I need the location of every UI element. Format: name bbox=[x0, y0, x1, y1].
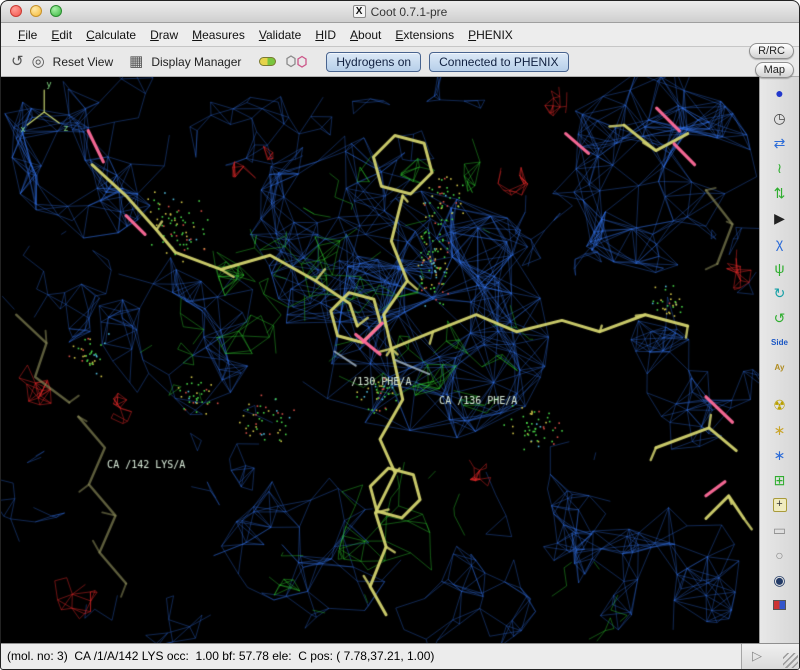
sidechain-flip-icon[interactable]: Side bbox=[766, 330, 794, 355]
go-to-atom-icon[interactable] bbox=[259, 57, 276, 66]
window-controls bbox=[10, 5, 62, 17]
add-terminal-residue-icon[interactable]: + bbox=[766, 492, 794, 517]
menu-measures[interactable]: Measures bbox=[185, 26, 252, 44]
x11-icon: X bbox=[353, 5, 366, 18]
play-icon[interactable]: ▷ bbox=[752, 648, 762, 664]
map-button[interactable]: Map bbox=[755, 62, 794, 78]
rotate-translate-zone-icon[interactable]: ≀ bbox=[766, 155, 794, 180]
add-water-icon[interactable]: ⊞ bbox=[766, 467, 794, 492]
bottom-bar: (mol. no: 3) CA /1/A/142 LYS occ: 1.00 b… bbox=[1, 643, 799, 669]
clear-pending-picks-icon[interactable]: ○ bbox=[766, 542, 794, 567]
coot-window: X Coot 0.7.1-pre FileEditCalculateDrawMe… bbox=[0, 0, 800, 670]
flip-peptide-icon[interactable]: ↻ bbox=[766, 280, 794, 305]
titlebar[interactable]: X Coot 0.7.1-pre bbox=[1, 1, 799, 23]
go-to-ligand-icon[interactable]: ◉ bbox=[766, 567, 794, 592]
display-manager-button[interactable]: Display Manager bbox=[151, 55, 241, 69]
zoom-button[interactable] bbox=[50, 5, 62, 17]
mutate-residue-icon[interactable]: Ay bbox=[766, 355, 794, 380]
menu-edit[interactable]: Edit bbox=[44, 26, 79, 44]
target-icon[interactable]: ◎ bbox=[32, 54, 45, 69]
close-button[interactable] bbox=[10, 5, 22, 17]
refresh-icon[interactable]: ↺ bbox=[11, 54, 24, 69]
menu-validate[interactable]: Validate bbox=[252, 26, 309, 44]
minimize-button[interactable] bbox=[30, 5, 42, 17]
menu-file[interactable]: File bbox=[11, 26, 44, 44]
menu-hid[interactable]: HID bbox=[308, 26, 343, 44]
sidechain-180-flip-icon[interactable]: ↺ bbox=[766, 305, 794, 330]
menubar: FileEditCalculateDrawMeasuresValidateHID… bbox=[1, 23, 799, 47]
main-toolbar: ↺ ◎ Reset View ▦ Display Manager Hydroge… bbox=[1, 47, 799, 77]
rotamers-icon[interactable]: ▶ bbox=[766, 205, 794, 230]
torsion-general-icon[interactable]: ψ bbox=[766, 255, 794, 280]
add-alt-conf-icon[interactable]: ∗ bbox=[766, 442, 794, 467]
rigid-body-fit-icon[interactable]: ⇄ bbox=[766, 130, 794, 155]
side-buttons: R/RC Map bbox=[749, 43, 794, 78]
menu-extensions[interactable]: Extensions bbox=[388, 26, 461, 44]
menu-calculate[interactable]: Calculate bbox=[79, 26, 143, 44]
menu-about[interactable]: About bbox=[343, 26, 388, 44]
auto-fit-rotamer-icon[interactable]: ⇅ bbox=[766, 180, 794, 205]
hydrogens-toggle-button[interactable]: Hydrogens on bbox=[326, 52, 421, 72]
ligand-builder-icon[interactable] bbox=[766, 592, 794, 617]
spin-search-icon[interactable]: ∗ bbox=[766, 417, 794, 442]
regularize-zone-icon[interactable]: ◷ bbox=[766, 105, 794, 130]
phenix-connection-button[interactable]: Connected to PHENIX bbox=[429, 52, 568, 72]
real-space-refine-icon[interactable]: ● bbox=[766, 80, 794, 105]
delete-item-icon[interactable]: ▭ bbox=[766, 517, 794, 542]
status-text: (mol. no: 3) CA /1/A/142 LYS occ: 1.00 b… bbox=[1, 644, 741, 669]
ligand-icon[interactable] bbox=[286, 54, 308, 69]
edit-chi-angles-icon[interactable]: χ bbox=[766, 230, 794, 255]
molecular-viewport[interactable] bbox=[1, 77, 759, 643]
menu-phenix[interactable]: PHENIX bbox=[461, 26, 520, 44]
reset-view-button[interactable]: Reset View bbox=[53, 55, 113, 69]
display-manager-icon: ▦ bbox=[129, 54, 143, 69]
rrc-button[interactable]: R/RC bbox=[749, 43, 794, 59]
menu-draw[interactable]: Draw bbox=[143, 26, 185, 44]
window-title: Coot 0.7.1-pre bbox=[371, 5, 448, 19]
refine-restraints-icon[interactable]: ☢ bbox=[766, 392, 794, 417]
bottom-right-panel: ▷ bbox=[741, 644, 799, 669]
modelling-toolbar: ●◷⇄≀⇅▶χψ↻↺SideAy☢∗∗⊞+▭○◉ bbox=[759, 77, 799, 643]
resize-grip[interactable] bbox=[783, 653, 798, 668]
